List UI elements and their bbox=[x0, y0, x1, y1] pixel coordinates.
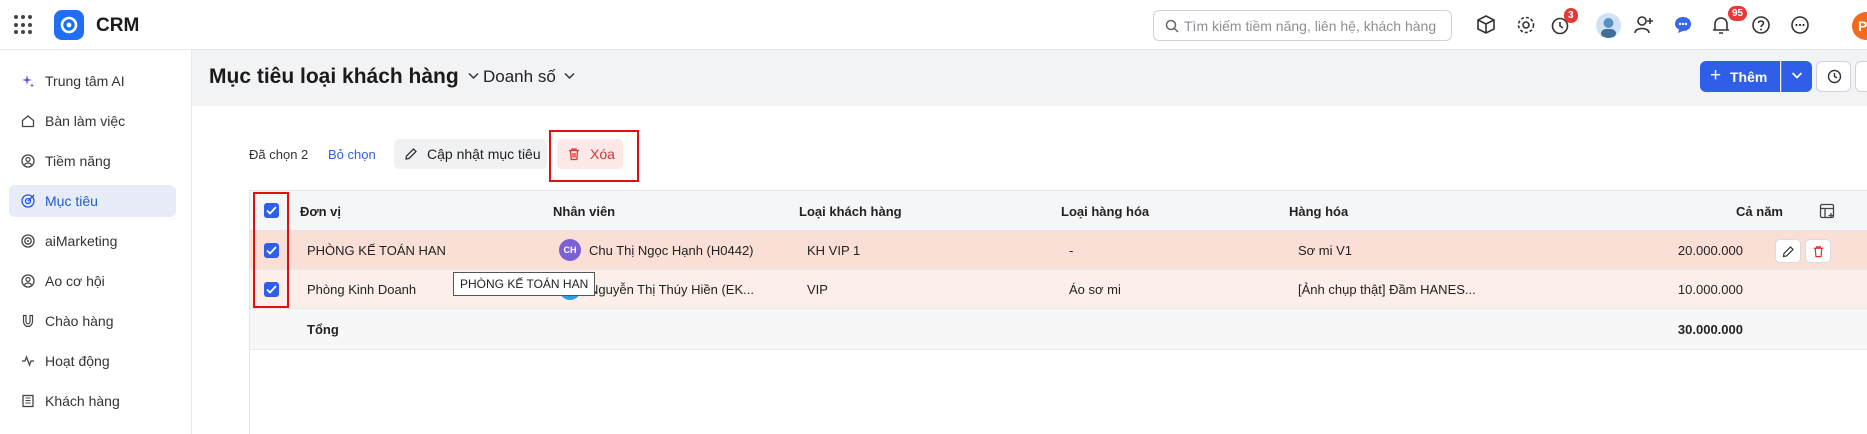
target-rings-icon bbox=[21, 234, 35, 248]
timer-badge: 3 bbox=[1564, 8, 1578, 23]
more-button[interactable] bbox=[1855, 61, 1867, 92]
selected-count: Đã chọn 2 bbox=[249, 147, 309, 162]
add-button[interactable]: + Thêm bbox=[1700, 61, 1780, 92]
sidebar: Trung tâm AI Bàn làm việc Tiềm năng Mục … bbox=[0, 50, 192, 434]
chevron-down-icon[interactable] bbox=[564, 72, 575, 80]
page-title: Mục tiêu loại khách hàng bbox=[209, 65, 459, 88]
pencil-icon bbox=[405, 148, 417, 160]
cell-unit: Phòng Kinh Doanh bbox=[307, 282, 417, 297]
target-icon bbox=[21, 194, 35, 208]
add-button-label: Thêm bbox=[1730, 69, 1768, 85]
column-settings-icon[interactable] bbox=[1819, 203, 1835, 219]
total-row: Tổng 30.000.000 bbox=[250, 309, 1867, 350]
sidebar-item-activities[interactable]: Hoạt động bbox=[9, 345, 176, 377]
crm-logo-icon bbox=[54, 10, 84, 40]
deselect-link[interactable]: Bỏ chọn bbox=[328, 147, 376, 162]
gear-icon[interactable] bbox=[1513, 12, 1539, 38]
sparkle-icon bbox=[22, 75, 34, 88]
history-button[interactable] bbox=[1816, 61, 1851, 92]
sidebar-item-label: Trung tâm AI bbox=[45, 73, 125, 89]
sidebar-item-label: Bàn làm việc bbox=[45, 113, 126, 129]
plus-icon: + bbox=[1710, 65, 1722, 86]
update-target-label: Cập nhật mục tiêu bbox=[427, 146, 541, 162]
search-icon bbox=[1165, 19, 1179, 33]
sidebar-item-workspace[interactable]: Bàn làm việc bbox=[9, 105, 176, 137]
person-circle-icon bbox=[21, 154, 35, 168]
column-header-full-year[interactable]: Cả năm bbox=[1683, 204, 1783, 219]
more-options-icon[interactable] bbox=[1787, 12, 1813, 38]
sidebar-item-leads[interactable]: Tiềm năng bbox=[9, 145, 176, 177]
unit-tooltip: PHÒNG KẾ TOÁN HAN bbox=[453, 272, 596, 296]
cell-goods: Sơ mi V1 bbox=[1298, 243, 1353, 258]
cell-full-year: 10.000.000 bbox=[1677, 282, 1743, 297]
add-dropdown-button[interactable] bbox=[1781, 61, 1812, 92]
sidebar-item-aimarketing[interactable]: aiMarketing bbox=[9, 225, 176, 257]
targets-table: Đơn vị Nhân viên Loại khách hàng Loại hà… bbox=[249, 190, 1867, 434]
sidebar-item-targets[interactable]: Mục tiêu bbox=[9, 185, 176, 217]
pencil-icon bbox=[1782, 246, 1794, 258]
apps-grid-icon[interactable] bbox=[14, 15, 34, 35]
sidebar-item-customers[interactable]: Khách hàng bbox=[9, 385, 176, 417]
sidebar-item-label: Mục tiêu bbox=[45, 193, 98, 209]
total-label: Tổng bbox=[307, 322, 339, 337]
sidebar-item-opportunity-pool[interactable]: Ao cơ hội bbox=[9, 265, 176, 297]
global-search[interactable] bbox=[1153, 10, 1452, 41]
sidebar-item-label: Chào hàng bbox=[45, 313, 114, 329]
notification-badge: 95 bbox=[1728, 6, 1748, 21]
user-avatar[interactable]: P bbox=[1852, 12, 1867, 40]
trash-icon bbox=[1813, 246, 1824, 258]
chat-icon[interactable] bbox=[1670, 12, 1696, 38]
cell-unit: PHÒNG KẾ TOÁN HAN bbox=[307, 243, 446, 258]
checkbox-highlight-box bbox=[253, 192, 289, 308]
cell-employee: Chu Thị Ngọc Hạnh (H0442) bbox=[589, 243, 754, 258]
clock-icon bbox=[1827, 69, 1842, 84]
table-header: Đơn vị Nhân viên Loại khách hàng Loại hà… bbox=[250, 191, 1867, 231]
sidebar-item-label: aiMarketing bbox=[45, 233, 118, 249]
top-bar: CRM 3 95 P bbox=[0, 0, 1867, 50]
home-icon bbox=[21, 115, 35, 128]
cell-customer-type: VIP bbox=[807, 282, 828, 297]
column-header-unit[interactable]: Đơn vị bbox=[300, 204, 341, 219]
chevron-down-icon bbox=[1791, 72, 1803, 79]
cube-icon[interactable] bbox=[1473, 12, 1499, 38]
sidebar-item-label: Tiềm năng bbox=[45, 153, 111, 169]
sidebar-item-quotes[interactable]: Chào hàng bbox=[9, 305, 176, 337]
update-target-button[interactable]: Cập nhật mục tiêu bbox=[394, 139, 547, 169]
building-icon bbox=[22, 394, 34, 408]
search-input[interactable] bbox=[1184, 16, 1444, 36]
magnet-icon bbox=[22, 314, 34, 328]
table-row[interactable]: PHÒNG KẾ TOÁN HAN CH Chu Thị Ngọc Hạnh (… bbox=[250, 231, 1867, 270]
total-value: 30.000.000 bbox=[1677, 322, 1743, 337]
column-header-customer-type[interactable]: Loại khách hàng bbox=[799, 204, 902, 219]
cell-goods-type: - bbox=[1069, 243, 1074, 258]
sidebar-item-ai-center[interactable]: Trung tâm AI bbox=[9, 65, 176, 97]
delete-highlight-box bbox=[549, 130, 639, 182]
assistant-avatar[interactable] bbox=[1596, 13, 1621, 38]
edit-row-button[interactable] bbox=[1775, 239, 1801, 263]
cell-goods: [Ảnh chụp thật] Đầm HANES... bbox=[1298, 282, 1476, 297]
sidebar-item-label: Hoạt động bbox=[45, 353, 110, 369]
help-icon[interactable] bbox=[1748, 12, 1774, 38]
cell-full-year: 20.000.000 bbox=[1677, 243, 1743, 258]
activity-icon bbox=[22, 355, 34, 367]
chevron-down-icon[interactable] bbox=[468, 72, 479, 80]
person-circle-icon bbox=[21, 274, 35, 288]
column-header-goods[interactable]: Hàng hóa bbox=[1289, 204, 1348, 219]
add-user-icon[interactable] bbox=[1631, 12, 1657, 38]
page-header: Mục tiêu loại khách hàng Doanh số + Thêm bbox=[192, 50, 1867, 106]
sidebar-item-label: Khách hàng bbox=[45, 393, 120, 409]
column-header-goods-type[interactable]: Loại hàng hóa bbox=[1061, 204, 1149, 219]
employee-avatar: CH bbox=[559, 239, 581, 261]
app-title: CRM bbox=[96, 15, 140, 36]
metric-dropdown[interactable]: Doanh số bbox=[483, 67, 556, 87]
sidebar-item-label: Ao cơ hội bbox=[45, 273, 105, 289]
delete-row-button[interactable] bbox=[1805, 239, 1831, 263]
column-header-employee[interactable]: Nhân viên bbox=[553, 204, 615, 219]
cell-goods-type: Áo sơ mi bbox=[1069, 282, 1121, 297]
cell-employee: Nguyễn Thị Thúy Hiền (EK... bbox=[589, 282, 754, 297]
cell-customer-type: KH VIP 1 bbox=[807, 243, 861, 258]
